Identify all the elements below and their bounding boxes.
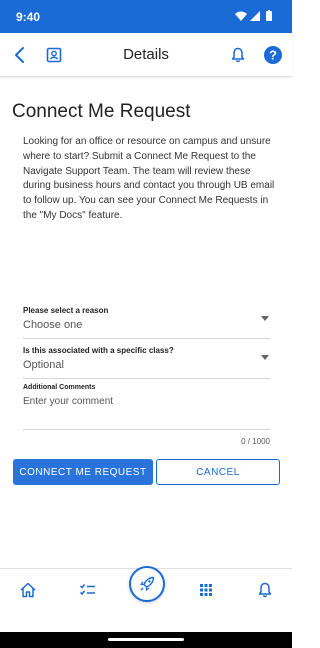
- nav-home[interactable]: [17, 579, 39, 601]
- connect-me-request-button[interactable]: CONNECT ME REQUEST: [13, 459, 153, 485]
- character-counter: 0 / 1000: [241, 437, 270, 446]
- system-nav-bar: [0, 632, 292, 648]
- reason-underline: [23, 338, 270, 339]
- reason-select[interactable]: Choose one: [23, 319, 82, 331]
- class-chevron-down-icon[interactable]: [261, 355, 269, 360]
- app-bar: Details ?: [0, 33, 292, 77]
- nav-checklist[interactable]: [77, 579, 99, 601]
- nav-notifications[interactable]: [254, 579, 276, 601]
- comments-label: Additional Comments: [23, 384, 96, 391]
- help-glyph: ?: [269, 48, 277, 63]
- apps-grid-icon: [200, 584, 212, 596]
- help-icon: ?: [264, 46, 282, 64]
- reason-label: Please select a reason: [23, 306, 109, 315]
- nav-apps[interactable]: [195, 579, 217, 601]
- reason-chevron-down-icon[interactable]: [261, 316, 269, 321]
- home-gesture-pill[interactable]: [108, 638, 184, 641]
- battery-icon: [266, 11, 272, 21]
- comments-underline: [23, 429, 270, 430]
- bell-icon: [258, 582, 272, 598]
- comments-input[interactable]: Enter your comment: [23, 396, 113, 407]
- rocket-icon: [140, 576, 155, 591]
- intro-text: Looking for an office or resource on cam…: [23, 136, 275, 221]
- notifications-button[interactable]: [226, 43, 250, 67]
- checklist-icon: [79, 584, 95, 596]
- help-button[interactable]: ?: [261, 43, 285, 67]
- class-select[interactable]: Optional: [23, 359, 64, 371]
- status-icons: [235, 10, 272, 21]
- nav-explore-fab[interactable]: [129, 566, 165, 602]
- class-label: Is this associated with a specific class…: [23, 346, 174, 355]
- status-time: 9:40: [16, 10, 41, 24]
- signal-icon: [250, 11, 260, 21]
- cancel-button[interactable]: CANCEL: [156, 459, 280, 485]
- page-title: Connect Me Request: [12, 101, 191, 122]
- bell-icon: [231, 47, 245, 63]
- home-icon: [20, 582, 36, 598]
- class-underline: [23, 378, 270, 379]
- wifi-icon: [235, 11, 247, 21]
- status-bar: 9:40: [0, 0, 292, 33]
